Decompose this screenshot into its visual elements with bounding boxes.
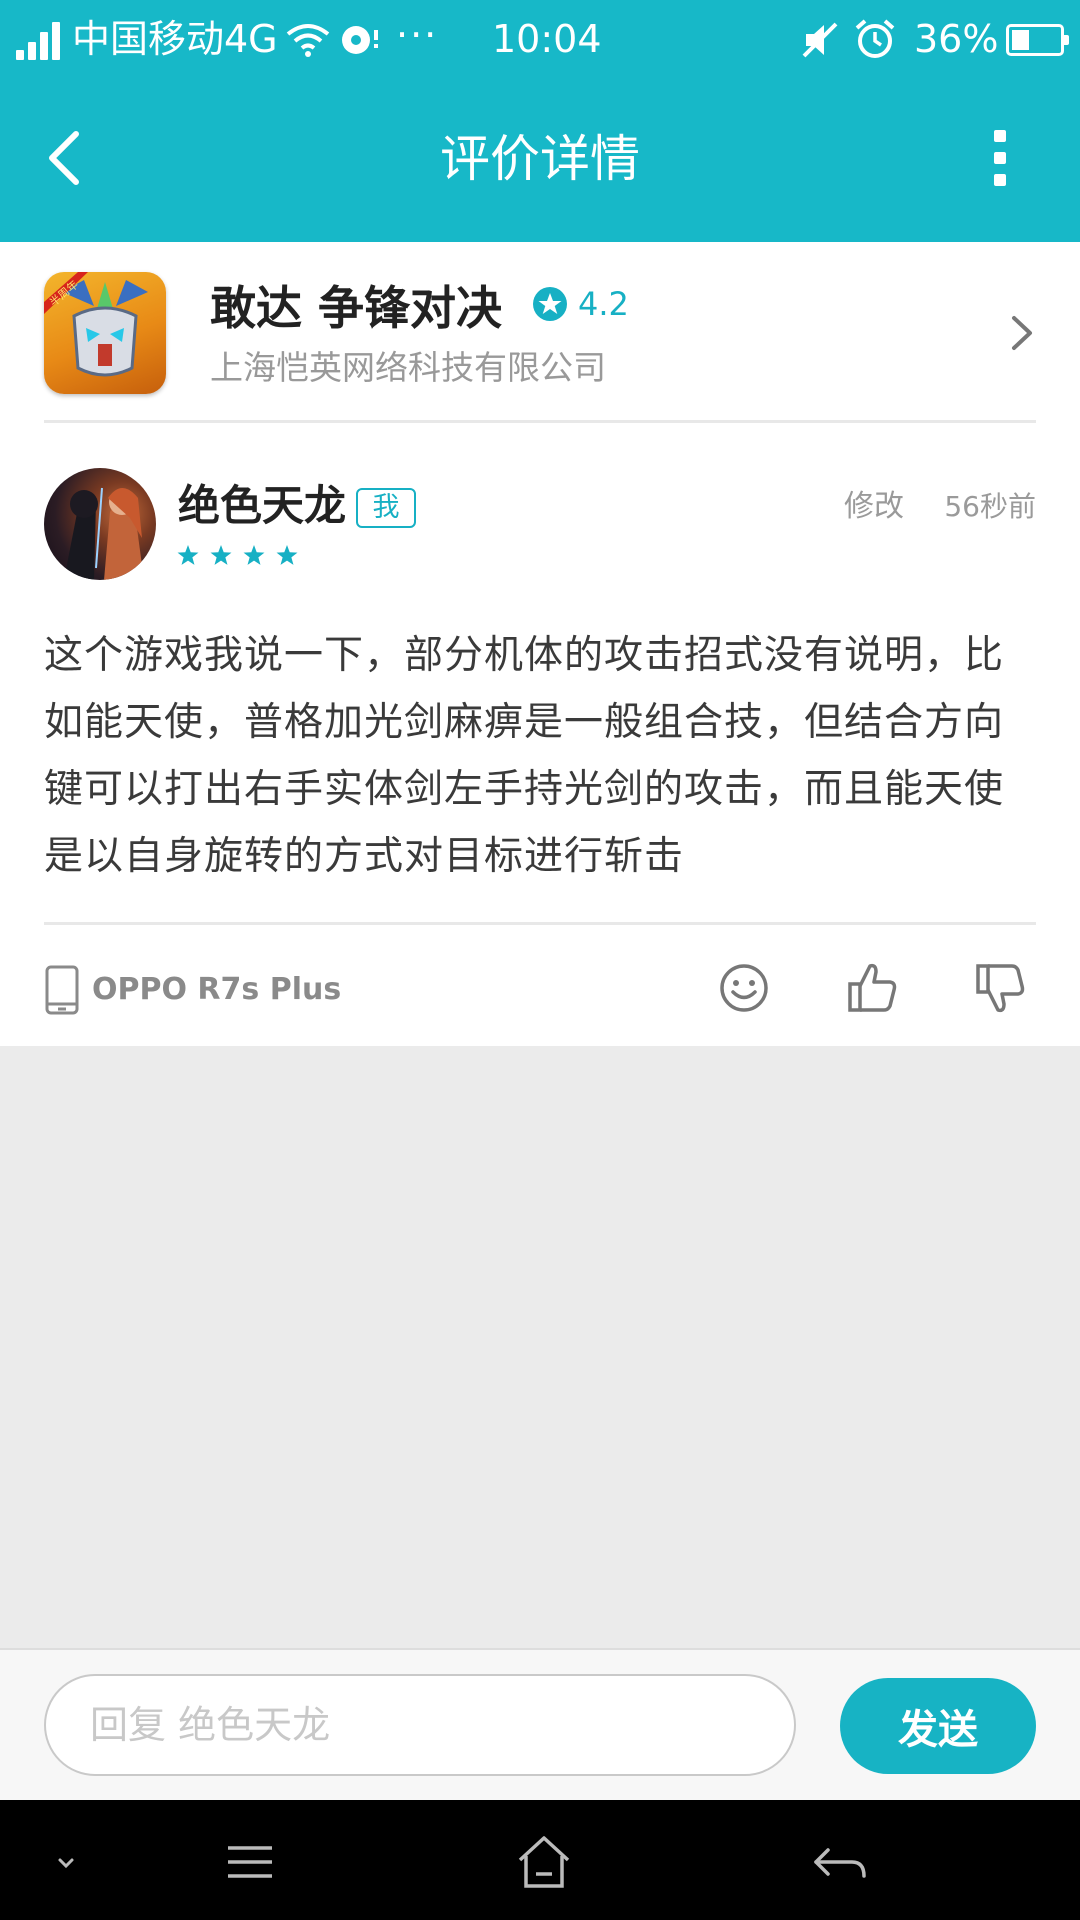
navigation-bar (0, 1800, 1080, 1920)
reviewer-name: 绝色天龙 (178, 481, 347, 530)
title-bar: 评价详情 (0, 78, 1080, 242)
home-icon[interactable] (504, 1830, 584, 1894)
edit-review-button[interactable]: 修改 (844, 486, 904, 528)
send-button[interactable]: 发送 (840, 1678, 1036, 1774)
thumbs-down-icon[interactable] (970, 958, 1030, 1018)
signal-icon (16, 20, 64, 60)
star-icon (276, 545, 298, 565)
battery-fill (1012, 30, 1029, 50)
me-badge: 我 (356, 488, 416, 528)
emoji-icon[interactable] (714, 958, 774, 1018)
avatar[interactable] (44, 468, 156, 580)
star-icon (210, 545, 232, 565)
divider (44, 922, 1036, 925)
avatar-image (64, 487, 144, 580)
thumbs-up-icon[interactable] (842, 958, 902, 1018)
app-rating: 4.2 (578, 285, 629, 323)
chevron-down-icon[interactable] (26, 1830, 106, 1894)
review-card: 半周年 敢达 争锋对决 4.2 上海恺英网络科技有限公司 绝色天龙 我 修改 5… (0, 242, 1080, 1046)
app-icon: 半周年 (44, 272, 166, 394)
battery-icon (1006, 24, 1069, 56)
device-name: OPPO R7s Plus (92, 972, 342, 1007)
star-icon (177, 545, 199, 565)
review-text: 这个游戏我说一下，部分机体的攻击招式没有说明，比如能天使，普格加光剑麻痹是一般组… (44, 633, 1005, 879)
more-notifications: ··· (396, 13, 439, 57)
divider (44, 420, 1036, 423)
back-nav-icon[interactable] (800, 1830, 880, 1894)
star-icon (243, 545, 265, 565)
carrier-label: 中国移动4G (72, 17, 278, 61)
phone-icon (45, 965, 79, 1015)
wifi-icon (286, 24, 330, 57)
alarm-icon (855, 19, 895, 58)
clock: 10:04 (492, 17, 602, 61)
rating-stars (177, 545, 298, 565)
app-info-row[interactable]: 半周年 敢达 争锋对决 4.2 上海恺英网络科技有限公司 (0, 242, 1080, 422)
top-bar: 中国移动4G ··· 10:04 36% 评价详情 (0, 0, 1080, 242)
mute-icon (802, 22, 838, 58)
menu-icon[interactable] (210, 1830, 290, 1894)
reply-input[interactable] (44, 1674, 796, 1776)
app-developer: 上海恺英网络科技有限公司 (210, 348, 606, 387)
notification-icon (342, 26, 378, 54)
app-name: 敢达 争锋对决 (210, 281, 503, 335)
gundam-icon: 半周年 (44, 272, 148, 377)
chevron-right-icon[interactable] (1002, 308, 1042, 358)
more-menu-button[interactable] (970, 118, 1030, 198)
star-badge-icon (533, 287, 567, 321)
battery-percent: 36% (914, 17, 999, 61)
review-time: 56秒前 (944, 490, 1036, 523)
status-bar: 中国移动4G ··· 10:04 36% (0, 0, 1080, 78)
page-title: 评价详情 (440, 130, 640, 188)
reply-bar: 发送 (0, 1648, 1080, 1800)
